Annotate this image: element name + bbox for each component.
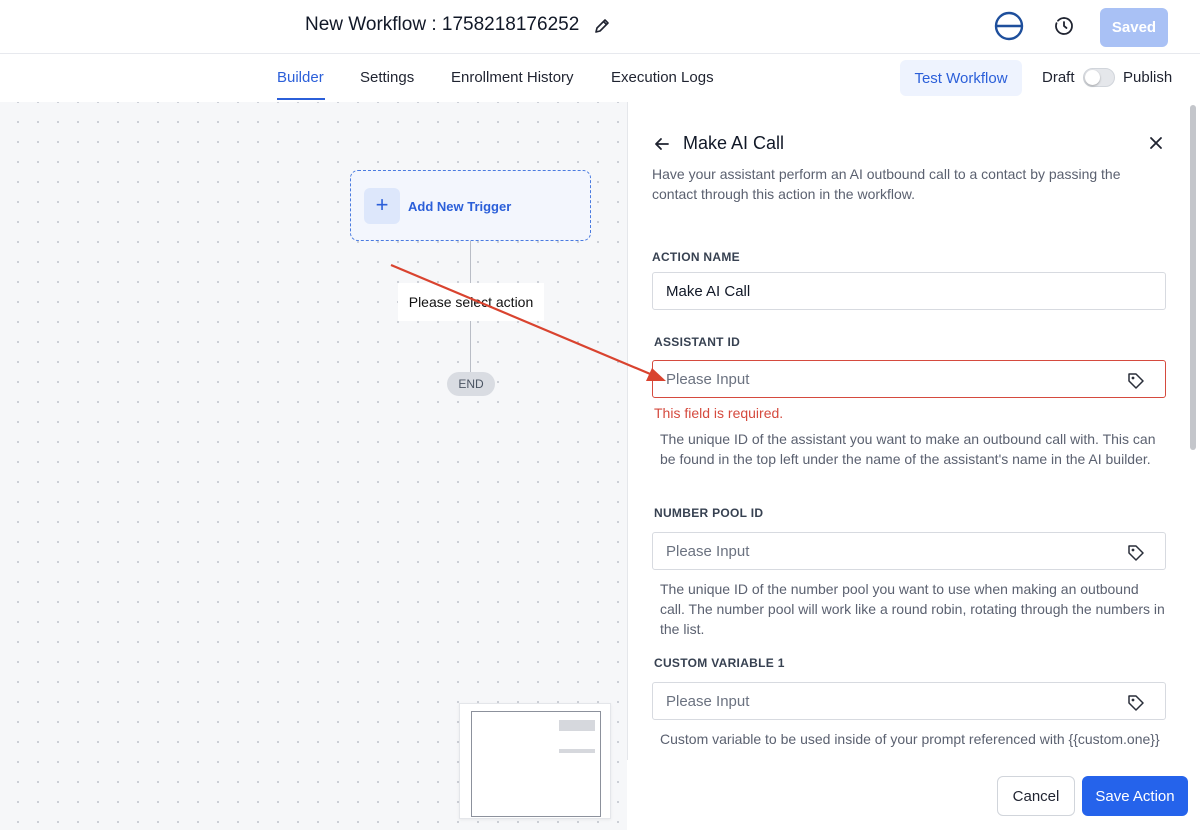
tag-icon[interactable]: [1126, 693, 1146, 713]
number-pool-id-label: NUMBER POOL ID: [654, 506, 764, 520]
custom-variable-1-label: CUSTOM VARIABLE 1: [654, 656, 785, 670]
cancel-button[interactable]: Cancel: [997, 776, 1075, 816]
custom-variable-1-help: Custom variable to be used inside of you…: [660, 731, 1160, 747]
tab-builder[interactable]: Builder: [277, 69, 324, 86]
tab-enrollment-history[interactable]: Enrollment History: [451, 69, 574, 86]
tag-icon[interactable]: [1126, 371, 1146, 391]
assistant-id-error: This field is required.: [654, 405, 784, 421]
publish-label: Publish: [1123, 69, 1173, 86]
close-icon[interactable]: [1147, 134, 1165, 152]
assistant-id-input[interactable]: Please Input: [652, 360, 1166, 398]
draft-label: Draft: [1042, 69, 1075, 86]
publish-toggle[interactable]: [1083, 68, 1115, 87]
panel-scrollbar[interactable]: [1190, 105, 1196, 450]
test-workflow-button[interactable]: Test Workflow: [900, 60, 1022, 96]
add-trigger-label: Add New Trigger: [408, 199, 512, 214]
tab-execution-logs[interactable]: Execution Logs: [611, 69, 714, 86]
tab-settings[interactable]: Settings: [360, 69, 414, 86]
minimap-node: [559, 749, 595, 753]
action-panel: Make AI Call Have your assistant perform…: [627, 102, 1200, 830]
connector-line: [470, 321, 471, 372]
workflow-title: New Workflow : 1758218176252: [305, 14, 580, 35]
tag-icon[interactable]: [1126, 543, 1146, 563]
assistant-id-label: ASSISTANT ID: [654, 335, 741, 349]
action-name-value: Make AI Call: [666, 283, 751, 300]
number-pool-id-placeholder: Please Input: [666, 543, 750, 560]
workflow-canvas[interactable]: + Add New Trigger Please select action E…: [0, 102, 627, 830]
history-icon[interactable]: [1052, 14, 1076, 38]
active-tab-indicator: [277, 98, 325, 100]
select-action-node[interactable]: Please select action: [398, 283, 544, 321]
assistant-id-placeholder: Please Input: [666, 371, 750, 388]
end-node: END: [447, 372, 495, 396]
custom-variable-1-placeholder: Please Input: [666, 693, 750, 710]
assistant-id-help: The unique ID of the assistant you want …: [660, 431, 1156, 467]
minimap-viewport[interactable]: [471, 711, 601, 817]
number-pool-id-input[interactable]: Please Input: [652, 532, 1166, 570]
save-action-button[interactable]: Save Action: [1082, 776, 1188, 816]
minimap-node: [559, 720, 595, 731]
logo-icon[interactable]: [993, 10, 1025, 42]
edit-icon[interactable]: [592, 16, 612, 36]
minimap[interactable]: [459, 703, 611, 819]
tab-bar: Builder Settings Enrollment History Exec…: [0, 54, 1200, 102]
panel-footer: Cancel Save Action: [627, 760, 1200, 830]
action-name-label: ACTION NAME: [652, 250, 740, 264]
number-pool-id-help: The unique ID of the number pool you wan…: [660, 581, 1165, 637]
panel-description: Have your assistant perform an AI outbou…: [652, 166, 1121, 202]
custom-variable-1-input[interactable]: Please Input: [652, 682, 1166, 720]
toggle-knob: [1085, 70, 1100, 85]
top-header: New Workflow : 1758218176252 Saved: [0, 0, 1200, 54]
panel-title: Make AI Call: [683, 133, 785, 153]
back-arrow-icon[interactable]: [652, 134, 672, 154]
connector-line: [470, 241, 471, 283]
plus-icon: +: [364, 188, 400, 224]
saved-button[interactable]: Saved: [1100, 8, 1168, 47]
add-trigger-card[interactable]: + Add New Trigger: [350, 170, 591, 241]
action-name-input[interactable]: Make AI Call: [652, 272, 1166, 310]
